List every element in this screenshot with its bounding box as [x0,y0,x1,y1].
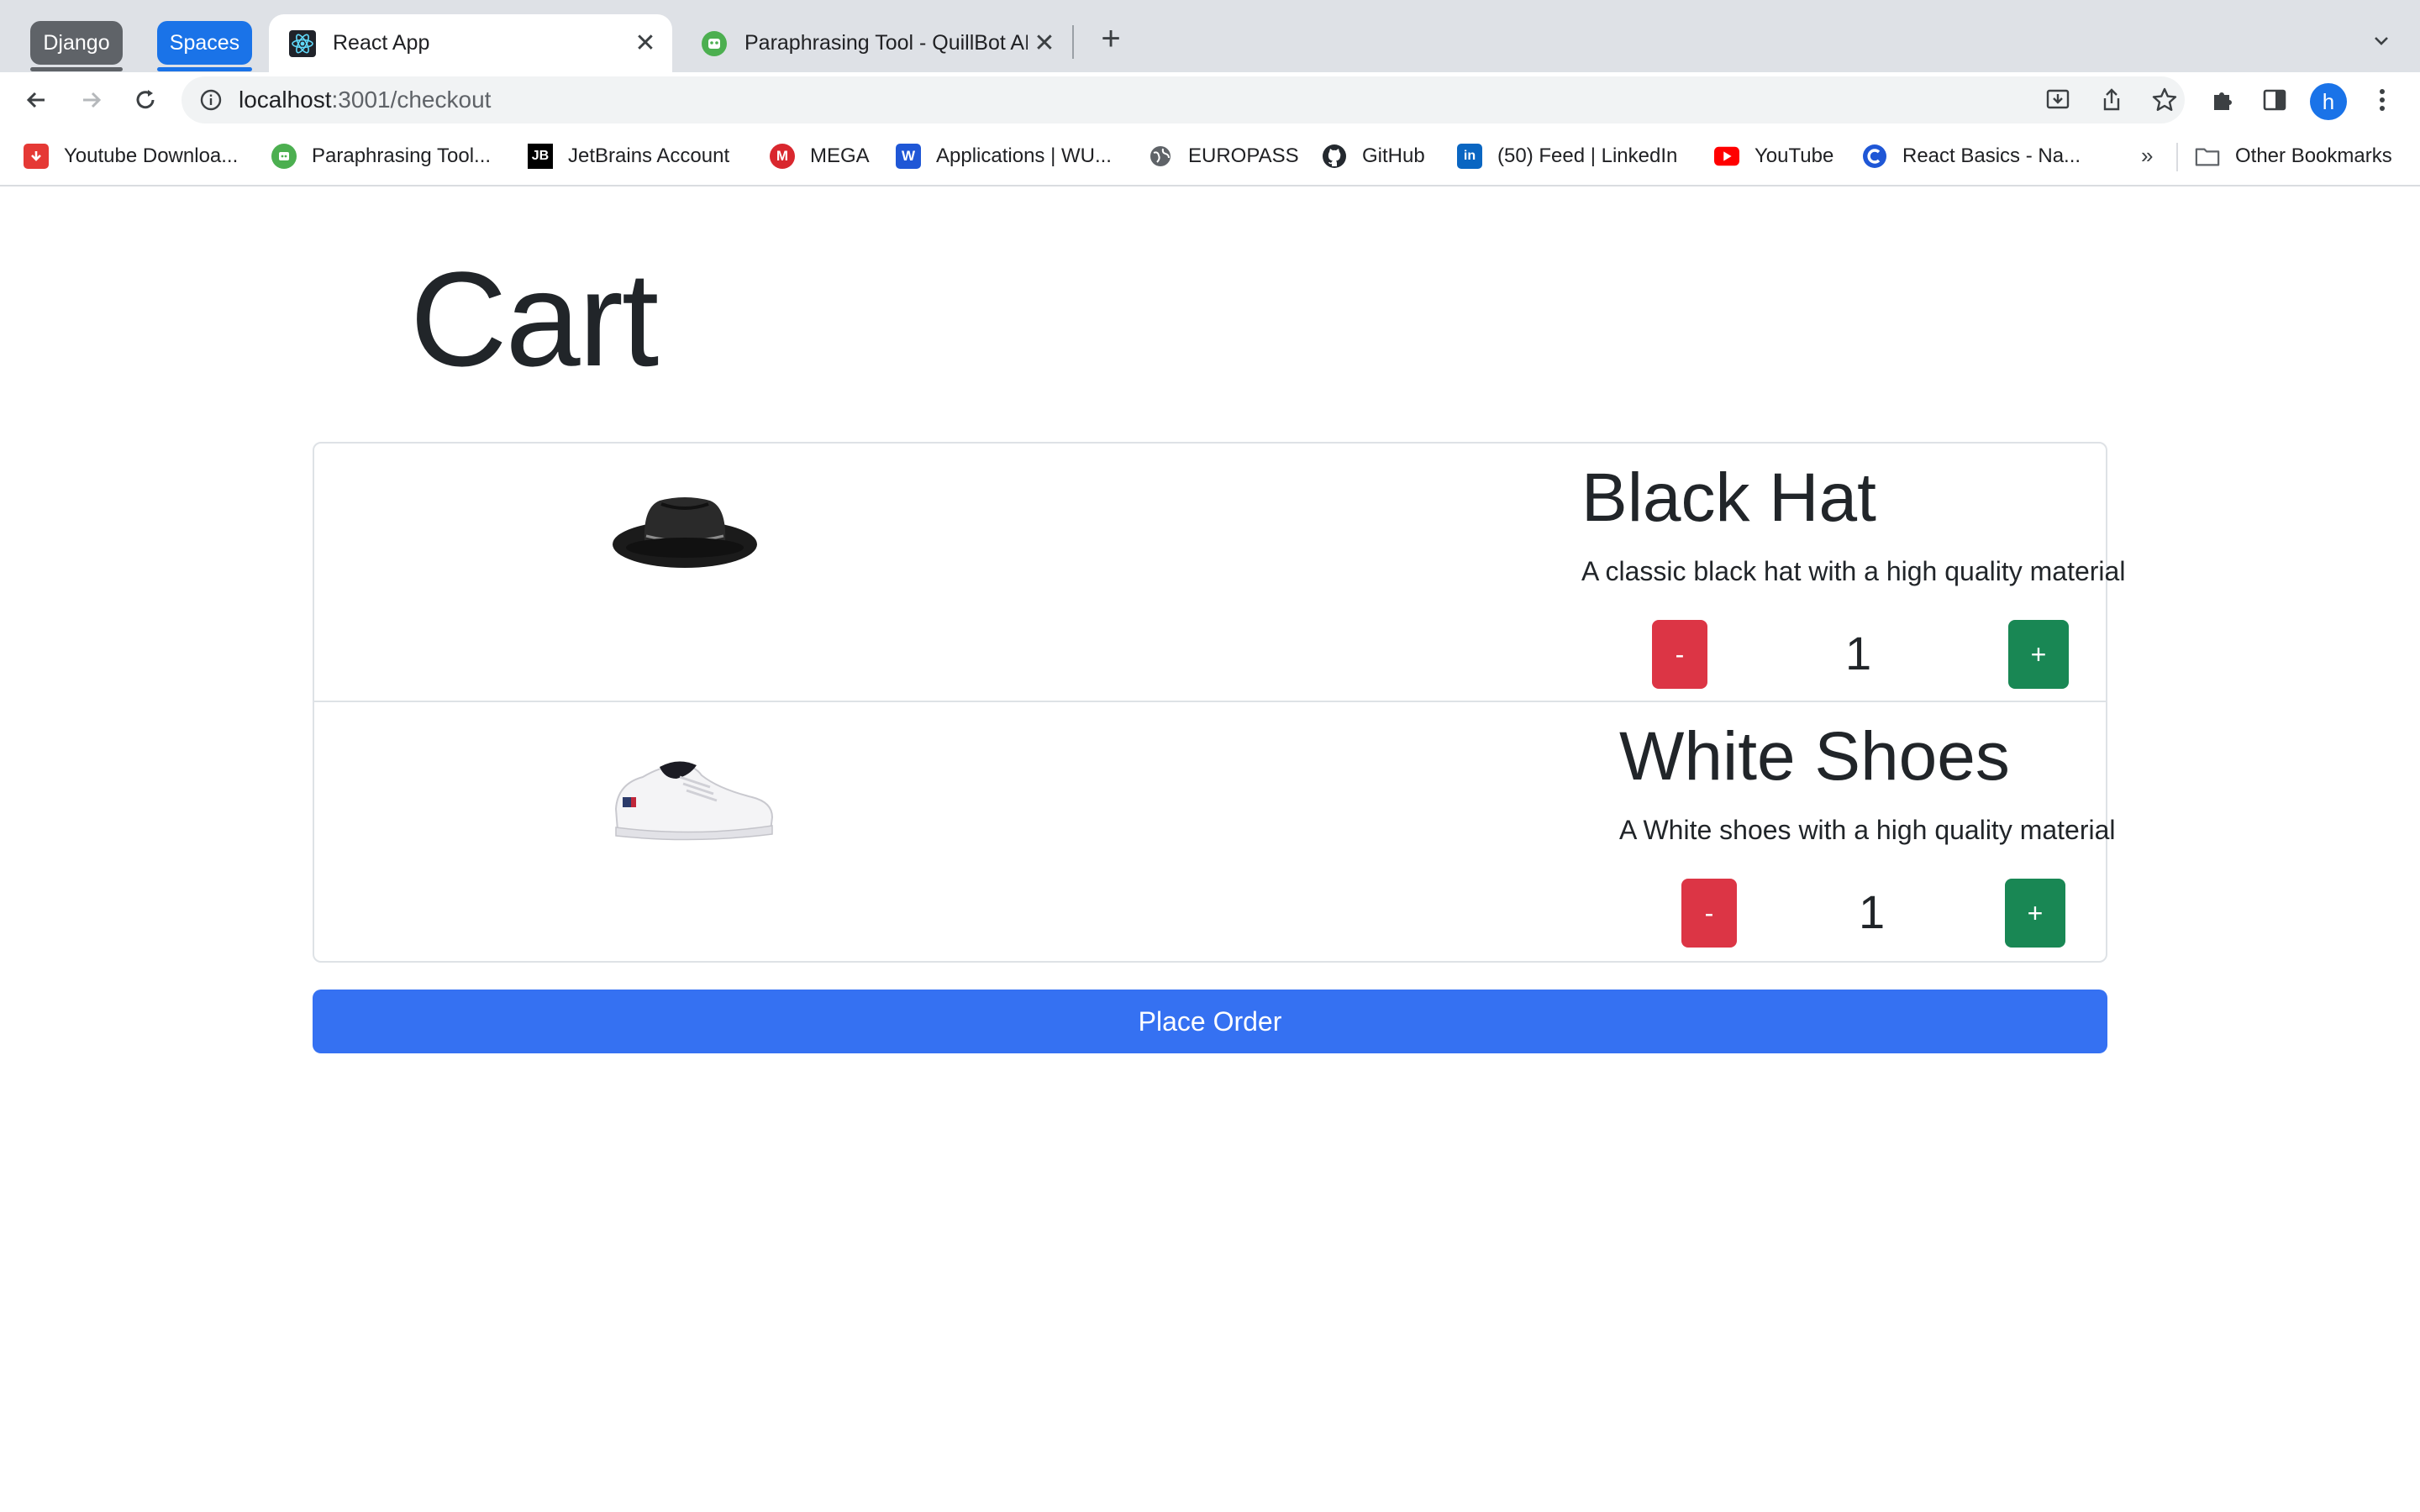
back-arrow-icon[interactable] [15,79,57,121]
tab-group-underline [30,67,123,71]
close-tab-icon[interactable]: ✕ [1028,27,1061,60]
reload-icon[interactable] [124,79,166,121]
decrement-quantity-button[interactable]: - [1681,879,1737,948]
cart-item: Black Hat A classic black hat with a hig… [314,444,2125,702]
tab-group-label: Spaces [169,30,240,55]
forward-arrow-icon[interactable] [71,79,113,121]
bookmarks-overflow-chevron[interactable]: » [2141,143,2153,169]
tab-quillbot[interactable]: Paraphrasing Tool - QuillBot AI ✕ [681,14,1071,72]
product-info: White Shoes A White shoes with a high qu… [1205,702,2116,961]
bookmark-europass[interactable]: EUROPASS [1148,139,1299,173]
bookmark-label: Paraphrasing Tool... [312,144,492,167]
url-host: localhost [239,87,332,113]
youtube-downloader-icon [24,144,49,169]
cart-list: Black Hat A classic black hat with a hig… [313,442,2125,963]
browser-toolbar: localhost:3001/checkout h [0,72,2420,128]
quillbot-icon [701,30,728,57]
increment-quantity-button[interactable]: + [2008,620,2069,689]
bookmark-label: MEGA [810,144,870,167]
kebab-menu-icon[interactable] [2361,79,2403,121]
quantity-value: 1 [1845,627,1872,680]
bookmark-star-icon[interactable] [2148,83,2181,117]
url-path: :3001/checkout [331,87,492,113]
bookmark-label: GitHub [1362,144,1425,167]
bookmark-label: EUROPASS [1188,144,1299,167]
bookmark-label: Youtube Downloa... [64,144,239,167]
tab-group-spaces[interactable]: Spaces [157,21,252,71]
globe-icon [1148,144,1173,169]
tab-react-app[interactable]: React App ✕ [269,14,672,72]
side-panel-icon[interactable] [2254,79,2296,121]
bookmark-label: YouTube [1754,144,1834,167]
bookmark-label: React Basics - Na... [1902,144,2081,167]
product-name: White Shoes [1619,718,2010,795]
bookmark-label: Applications | WU... [936,144,1112,167]
quantity-value: 1 [1859,885,1886,938]
bookmark-mega[interactable]: M MEGA [770,139,870,173]
mega-icon: M [770,144,795,169]
white-shoes-image [605,746,781,855]
new-tab-icon[interactable]: + [1092,20,1129,57]
cart-item: White Shoes A White shoes with a high qu… [314,702,2116,961]
linkedin-icon: in [1457,144,1482,169]
product-description: A White shoes with a high quality materi… [1619,815,2116,845]
bookmark-applications-wu[interactable]: W Applications | WU... [896,139,1112,173]
share-icon[interactable] [2095,83,2128,117]
other-bookmarks-folder[interactable]: Other Bookmarks [2195,139,2392,173]
bookmark-linkedin[interactable]: in (50) Feed | LinkedIn [1457,139,1677,173]
tab-search-chevron-icon[interactable] [2365,24,2398,57]
install-app-icon[interactable] [2041,83,2075,117]
bookmark-label: (50) Feed | LinkedIn [1497,144,1678,167]
bookmarks-bar: Youtube Downloa... Paraphrasing Tool... … [0,128,2420,186]
tab-group-label: Django [43,30,110,55]
tab-separator [1072,25,1074,59]
jetbrains-icon: JB [528,144,553,169]
product-description: A classic black hat with a high quality … [1581,556,2126,586]
tab-strip: Django Spaces React App ✕ Paraphrasing T… [0,0,2420,72]
wu-icon: W [896,144,921,169]
bookmark-jetbrains[interactable]: JB JetBrains Account [528,139,729,173]
product-name: Black Hat [1581,459,1876,536]
address-bar[interactable]: localhost:3001/checkout [182,76,2185,123]
github-icon [1322,144,1347,169]
bookmark-youtube-downloader[interactable]: Youtube Downloa... [24,139,238,173]
folder-icon [2195,144,2220,169]
react-icon [289,29,316,57]
tab-group-django[interactable]: Django [30,21,123,71]
bookmark-youtube[interactable]: YouTube [1714,139,1833,173]
bookmark-label: Other Bookmarks [2235,144,2392,167]
tab-title: React App [333,31,430,55]
youtube-icon [1714,144,1739,169]
tab-title: Paraphrasing Tool - QuillBot AI [744,31,1028,55]
place-order-button[interactable]: Place Order [313,990,2107,1053]
bookmark-react-basics[interactable]: React Basics - Na... [1862,139,2081,173]
bookmark-github[interactable]: GitHub [1322,139,1425,173]
profile-avatar[interactable]: h [2310,83,2347,120]
page-title: Cart [410,244,659,394]
close-tab-icon[interactable]: ✕ [629,27,662,60]
site-info-icon[interactable] [198,87,224,113]
extensions-puzzle-icon[interactable] [2202,79,2244,121]
decrement-quantity-button[interactable]: - [1652,620,1707,689]
bookmark-paraphrasing-tool[interactable]: Paraphrasing Tool... [271,139,491,173]
bookmark-label: JetBrains Account [568,144,730,167]
black-hat-image [605,484,765,585]
coursera-icon [1862,144,1887,169]
address-url: localhost:3001/checkout [239,87,491,113]
increment-quantity-button[interactable]: + [2005,879,2065,948]
quillbot-icon [271,144,297,169]
bookmarks-separator [2176,143,2178,171]
tab-group-underline [157,67,252,71]
